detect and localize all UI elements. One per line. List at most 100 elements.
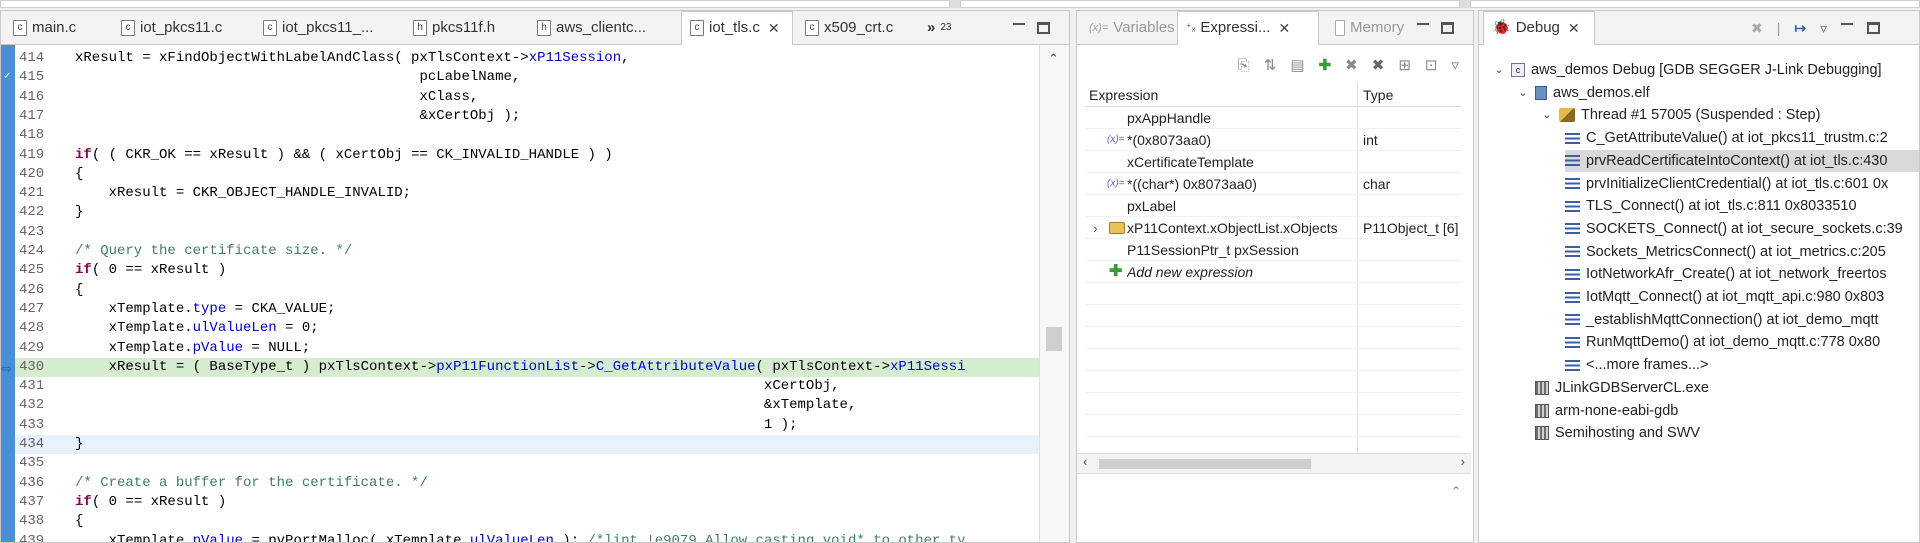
- table-row[interactable]: pxAppHandle: [1085, 107, 1461, 129]
- remove-launch-icon[interactable]: ✖: [1751, 20, 1763, 37]
- table-row[interactable]: › xP11Context.xObjectList.xObjects P11Ob…: [1085, 217, 1461, 239]
- scrollbar-thumb[interactable]: [1099, 459, 1311, 469]
- maximize-icon[interactable]: [1037, 22, 1050, 34]
- table-row[interactable]: xCertificateTemplate: [1085, 151, 1461, 173]
- tab-main-c[interactable]: c main.c: [5, 11, 76, 45]
- debug-tree-item[interactable]: C_GetAttributeValue() at iot_pkcs11_trus…: [1565, 127, 1888, 149]
- column-header-type[interactable]: Type: [1363, 87, 1393, 103]
- code-line[interactable]: 429 xTemplate.pValue = NULL;: [15, 339, 1039, 358]
- minimize-icon[interactable]: [1841, 23, 1854, 25]
- debug-tree-item[interactable]: Semihosting and SWV: [1517, 422, 1700, 444]
- expression-detail-pane[interactable]: ⌃: [1077, 473, 1471, 542]
- table-row[interactable]: P11SessionPtr_t pxSession: [1085, 239, 1461, 261]
- tab-pkcs11f-h[interactable]: h pkcs11f.h: [405, 11, 495, 45]
- tab-memory[interactable]: Memory: [1327, 11, 1404, 45]
- tab-overflow-button[interactable]: » 23: [919, 11, 951, 45]
- chevron-down-icon[interactable]: ⌄: [1517, 82, 1529, 104]
- close-icon[interactable]: ✕: [768, 12, 780, 44]
- tab-x509-crt-c[interactable]: c x509_crt.c: [797, 11, 893, 45]
- minimize-icon[interactable]: [1417, 23, 1429, 25]
- code-line[interactable]: 423: [15, 223, 1039, 242]
- code-line[interactable]: 420 {: [15, 165, 1039, 184]
- code-line[interactable]: 433 1 );: [15, 416, 1039, 435]
- code-line[interactable]: 432 &xTemplate,: [15, 396, 1039, 415]
- pin-view-icon[interactable]: ⊡: [1425, 56, 1438, 74]
- chevron-down-icon[interactable]: ▿: [1820, 20, 1827, 37]
- remove-all-icon[interactable]: ✖: [1372, 56, 1385, 74]
- code-line[interactable]: 422}: [15, 203, 1039, 222]
- remove-icon[interactable]: ✖: [1345, 56, 1358, 74]
- debug-tree-item[interactable]: ⌄ aws_demos.elf: [1517, 82, 1649, 104]
- debug-tree-item[interactable]: prvReadCertificateIntoContext() at iot_t…: [1565, 149, 1919, 172]
- debug-tree-item[interactable]: arm-none-eabi-gdb: [1517, 400, 1678, 422]
- code-line[interactable]: 437 if( 0 == xResult ): [15, 493, 1039, 512]
- chevron-up-icon[interactable]: ⌃: [1451, 484, 1461, 498]
- debug-tree-item[interactable]: _establishMqttConnection() at iot_demo_m…: [1565, 309, 1879, 331]
- code-line[interactable]: 438 {: [15, 512, 1039, 531]
- debug-tree-item[interactable]: ⌄ Thread #1 57005 (Suspended : Step): [1541, 104, 1820, 126]
- minimize-icon[interactable]: [1013, 23, 1025, 25]
- type-names-icon[interactable]: ⎘: [1238, 57, 1250, 74]
- chevron-down-icon[interactable]: ⌄: [1493, 59, 1505, 81]
- debug-tree-item[interactable]: IotNetworkAfr_Create() at iot_network_fr…: [1565, 263, 1887, 285]
- debug-tree-item[interactable]: IotMqtt_Connect() at iot_mqtt_api.c:980 …: [1565, 286, 1884, 308]
- code-line[interactable]: 431 xCertObj,: [15, 377, 1039, 396]
- code-line[interactable]: 428 xTemplate.ulValueLen = 0;: [15, 319, 1039, 338]
- code-line[interactable]: 415 pcLabelName,: [15, 68, 1039, 87]
- debug-tree-item[interactable]: JLinkGDBServerCL.exe: [1517, 377, 1709, 399]
- collapse-all-icon[interactable]: ⇅: [1264, 56, 1277, 74]
- code-line[interactable]: 425 if( 0 == xResult ): [15, 261, 1039, 280]
- column-header-expression[interactable]: Expression: [1089, 87, 1158, 103]
- chevron-right-icon[interactable]: ›: [1093, 217, 1098, 239]
- editor-vertical-scrollbar[interactable]: ⌃: [1039, 45, 1069, 542]
- tab-expressions[interactable]: ⁺ₓ Expressi... ✕: [1177, 11, 1319, 46]
- close-icon[interactable]: ✕: [1278, 12, 1290, 44]
- chevron-down-icon[interactable]: ▿: [1451, 56, 1459, 74]
- chevron-right-icon[interactable]: ›: [1461, 454, 1465, 469]
- tab-debug[interactable]: 🐞 Debug ✕: [1483, 11, 1595, 46]
- debug-tree-item[interactable]: TLS_Connect() at iot_tls.c:811 0x8033510: [1565, 195, 1857, 217]
- maximize-icon[interactable]: [1441, 22, 1454, 34]
- debug-tree-item[interactable]: Sockets_MetricsConnect() at iot_metrics.…: [1565, 241, 1886, 263]
- code-line[interactable]: 418: [15, 126, 1039, 145]
- code-line[interactable]: 436 /* Create a buffer for the certificat…: [15, 474, 1039, 493]
- code-line[interactable]: 414 xResult = xFindObjectWithLabelAndClas…: [15, 49, 1039, 68]
- tab-aws-clientc[interactable]: h aws_clientc...: [529, 11, 646, 45]
- table-row[interactable]: (x)= *((char*) 0x8073aa0) char: [1085, 173, 1461, 195]
- debug-tree-item[interactable]: SOCKETS_Connect() at iot_secure_sockets.…: [1565, 218, 1903, 240]
- code-line[interactable]: 424 /* Query the certificate size. */: [15, 242, 1039, 261]
- chevron-down-icon[interactable]: ⌄: [1541, 104, 1553, 126]
- add-new-expression-row[interactable]: ✚ Add new expression: [1085, 261, 1461, 283]
- tab-variables[interactable]: (x)= Variables: [1081, 11, 1175, 45]
- debug-tree-item[interactable]: prvInitializeClientCredential() at iot_t…: [1565, 173, 1888, 195]
- chevron-left-icon[interactable]: ‹: [1083, 454, 1087, 469]
- scrollbar-thumb[interactable]: [1046, 327, 1062, 351]
- new-view-icon[interactable]: ⊞: [1398, 56, 1411, 74]
- debug-tree-item[interactable]: <...more frames...>: [1565, 354, 1709, 376]
- debug-tree-item[interactable]: ⌄ c aws_demos Debug [GDB SEGGER J-Link Deb…: [1493, 59, 1881, 81]
- code-line[interactable]: 427 xTemplate.type = CKA_VALUE;: [15, 300, 1039, 319]
- code-line[interactable]: 416 xClass,: [15, 88, 1039, 107]
- code-line[interactable]: 435: [15, 454, 1039, 473]
- code-line[interactable]: 434}: [15, 435, 1039, 454]
- code-area[interactable]: 414 xResult = xFindObjectWithLabelAndClas…: [15, 45, 1039, 542]
- add-expression-icon[interactable]: ✚: [1319, 56, 1332, 74]
- layout-icon[interactable]: ▤: [1290, 56, 1304, 74]
- step-into-icon[interactable]: ↦: [1794, 20, 1806, 37]
- code-line[interactable]: 439 xTemplate.pValue = pvPortMalloc( xTe…: [15, 532, 1039, 543]
- maximize-icon[interactable]: [1867, 22, 1881, 34]
- chevron-up-icon[interactable]: ⌃: [1048, 51, 1059, 67]
- code-line[interactable]: 426 {: [15, 281, 1039, 300]
- tab-iot-pkcs11-other[interactable]: c iot_pkcs11_...: [255, 11, 373, 45]
- table-row[interactable]: (x)= *(0x8073aa0) int: [1085, 129, 1461, 151]
- code-line[interactable]: 417 &xCertObj );: [15, 107, 1039, 126]
- debug-tree-item[interactable]: RunMqttDemo() at iot_demo_mqtt.c:778 0x8…: [1565, 331, 1880, 353]
- table-row[interactable]: pxLabel: [1085, 195, 1461, 217]
- code-line[interactable]: 419 if( ( CKR_OK == xResult ) && ( xCertO…: [15, 146, 1039, 165]
- code-line[interactable]: 421 xResult = CKR_OBJECT_HANDLE_INVALID;: [15, 184, 1039, 203]
- tab-iot-tls-c[interactable]: c iot_tls.c ✕: [681, 11, 793, 46]
- tab-iot-pkcs11-c[interactable]: c iot_pkcs11.c: [113, 11, 222, 45]
- close-icon[interactable]: ✕: [1568, 12, 1580, 44]
- expressions-horizontal-scrollbar[interactable]: ‹ ›: [1077, 453, 1471, 473]
- code-line[interactable]: 430 xResult = ( BaseType_t ) pxTlsContex…: [15, 357, 1039, 377]
